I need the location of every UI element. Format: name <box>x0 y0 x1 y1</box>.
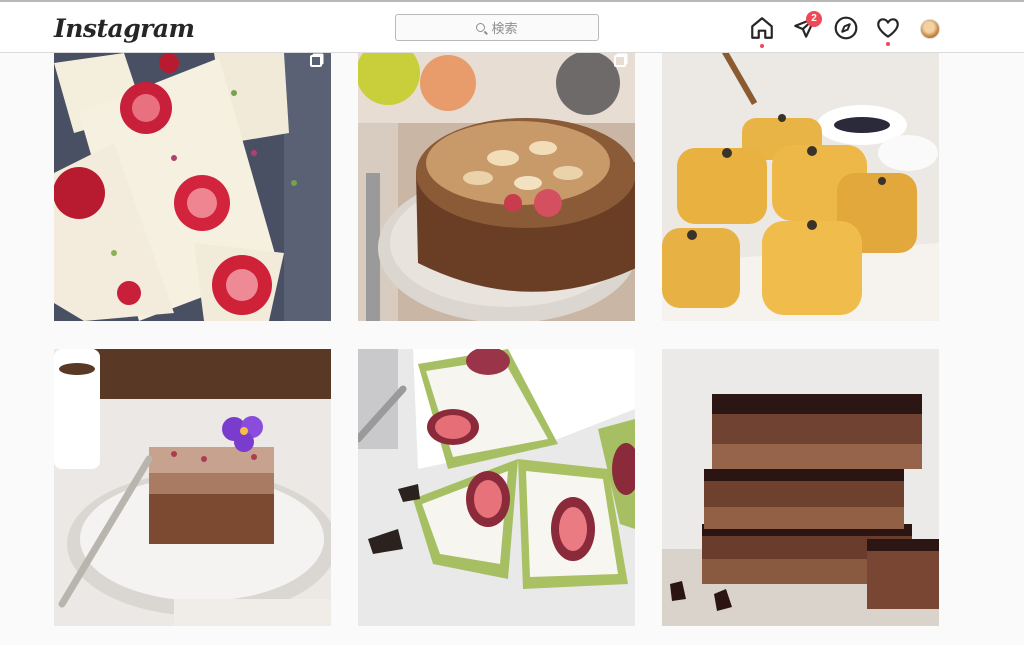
post-tile[interactable] <box>54 53 331 321</box>
search-icon <box>476 23 486 32</box>
post-tile[interactable] <box>358 349 635 626</box>
home-icon[interactable] <box>749 15 775 41</box>
fig-tart-photo <box>358 349 635 626</box>
multi-image-icon <box>614 55 626 67</box>
multi-image-icon <box>310 55 322 67</box>
almond-cake-photo <box>358 53 635 321</box>
search-input[interactable]: 検索 <box>395 14 599 41</box>
avatar[interactable] <box>920 19 940 39</box>
instagram-logo[interactable]: Instagram <box>54 14 195 43</box>
chocolate-cake-slice-photo <box>54 349 331 626</box>
top-navbar: Instagram 検索 2 <box>0 2 1024 53</box>
search-placeholder: 検索 <box>491 21 518 36</box>
white-chocolate-bark-photo <box>54 53 331 321</box>
chocolate-bars-photo <box>662 349 939 626</box>
heart-icon[interactable] <box>875 15 901 41</box>
explore-icon[interactable] <box>833 15 859 41</box>
post-tile[interactable] <box>662 53 939 321</box>
home-active-dot <box>760 44 764 48</box>
pumpkin-scones-photo <box>662 53 939 321</box>
notification-badge: 2 <box>806 11 822 27</box>
activity-dot <box>886 42 890 46</box>
post-tile[interactable] <box>358 53 635 321</box>
post-tile[interactable] <box>54 349 331 626</box>
post-tile[interactable] <box>662 349 939 626</box>
